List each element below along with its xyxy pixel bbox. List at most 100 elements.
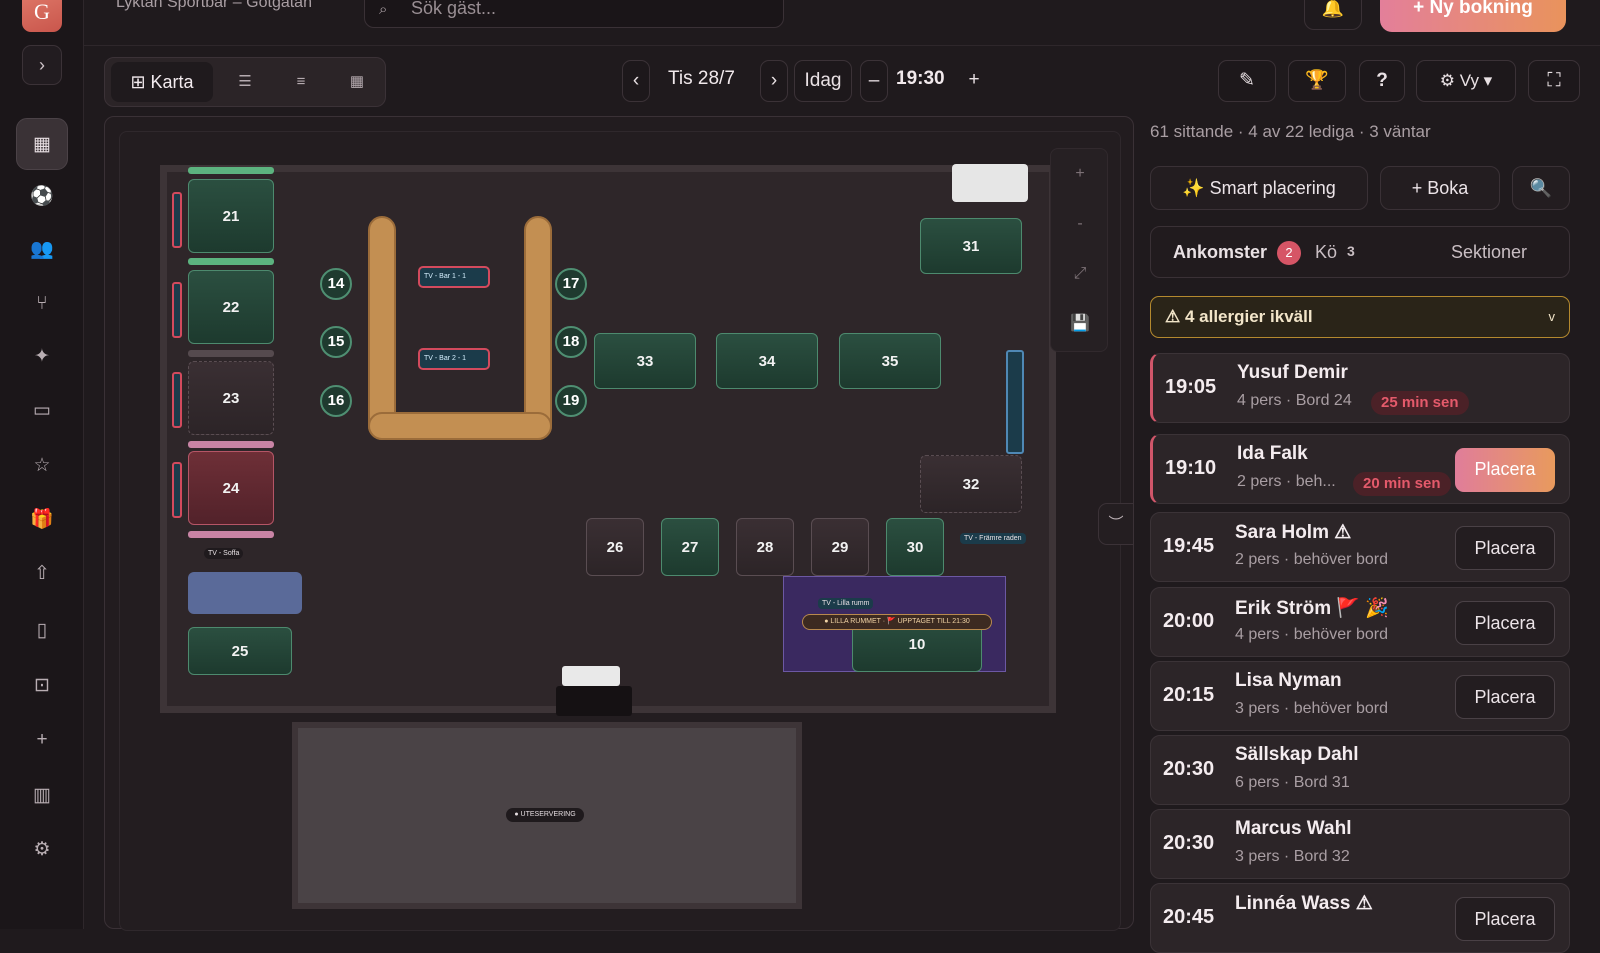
help-button[interactable]: ?	[1359, 60, 1405, 102]
booking-card[interactable]: 20:30 Marcus Wahl 3 pers · Bord 32	[1150, 809, 1570, 879]
booking-card[interactable]: 20:15 Lisa Nyman 3 pers · behöver bord P…	[1150, 661, 1570, 731]
expand-sidebar-button[interactable]: ›	[22, 45, 62, 85]
calendar-view-icon[interactable]: ▦	[331, 62, 383, 102]
search-icon-button[interactable]: 🔍	[1512, 166, 1570, 210]
current-date[interactable]: Tis 28/7	[668, 68, 735, 90]
export-icon[interactable]: ⇧	[16, 548, 68, 600]
stats-chart-icon[interactable]: ▥	[16, 770, 68, 822]
tv-bas-3[interactable]	[172, 372, 182, 428]
table-32[interactable]: 32	[920, 455, 1022, 513]
tv-storbild[interactable]	[1006, 350, 1024, 454]
prev-day-button[interactable]: ‹	[622, 60, 650, 102]
trophy-icon[interactable]: 🏆	[1288, 60, 1346, 102]
edit-pencil-icon[interactable]: ✎	[1218, 60, 1276, 102]
time-minus-button[interactable]: –	[860, 60, 888, 102]
tv-bas-2[interactable]	[172, 282, 182, 338]
zoom-in-button[interactable]: +	[1051, 149, 1109, 199]
table-19[interactable]: 19	[555, 385, 587, 417]
table-22[interactable]: 22	[188, 270, 274, 344]
table-15[interactable]: 15	[320, 326, 352, 358]
table-31[interactable]: 31	[920, 218, 1022, 274]
table-18[interactable]: 18	[555, 326, 587, 358]
table-26[interactable]: 26	[586, 518, 644, 576]
guests-icon[interactable]: 👥	[16, 224, 68, 276]
table-29[interactable]: 29	[811, 518, 869, 576]
tv-bas-1[interactable]	[172, 192, 182, 248]
top-bar: Lyktan Sportbar – Götgatan ⌕ Sök gäst...…	[84, 0, 1600, 46]
book-button[interactable]: + Boka	[1380, 166, 1500, 210]
tab-arrivals[interactable]: Ankomster	[1173, 242, 1267, 263]
tv-lilla-rummet[interactable]: TV - Lilla rumm	[818, 598, 874, 609]
table-34[interactable]: 34	[716, 333, 818, 389]
zoom-controls: + - ⤢ 💾	[1050, 148, 1108, 352]
table-23[interactable]: 23	[188, 361, 274, 435]
tv-front-row[interactable]: TV - Främre raden	[960, 533, 1026, 544]
place-button[interactable]: Placera	[1455, 526, 1555, 570]
ticket-icon[interactable]: ▭	[16, 385, 68, 437]
menu-cutlery-icon[interactable]: ⑂	[16, 278, 68, 330]
table-30[interactable]: 30	[886, 518, 944, 576]
fullscreen-icon[interactable]: ⛶	[1528, 60, 1580, 102]
booking-card[interactable]: 19:45 Sara Holm ⚠ 2 pers · behöver bord …	[1150, 512, 1570, 582]
tv-bas-4[interactable]	[172, 462, 182, 518]
booking-card[interactable]: 20:30 Sällskap Dahl 6 pers · Bord 31	[1150, 735, 1570, 805]
timeline-view-icon[interactable]: ≡	[275, 62, 327, 102]
sparkles-icon[interactable]: ✦	[16, 331, 68, 383]
notifications-bell-icon[interactable]: 🔔	[1304, 0, 1362, 30]
tab-sections[interactable]: Sektioner	[1451, 242, 1527, 263]
app-logo[interactable]: G	[22, 0, 62, 32]
tab-map[interactable]: ⊞ Karta	[111, 62, 213, 102]
entrance-icon	[562, 666, 620, 686]
booking-card[interactable]: 20:00 Erik Ström 🚩 🎉 4 pers · behöver bo…	[1150, 587, 1570, 657]
star-icon[interactable]: ☆	[16, 440, 68, 492]
guest-search-input[interactable]: ⌕ Sök gäst...	[364, 0, 784, 28]
place-button[interactable]: Placera	[1455, 675, 1555, 719]
booking-time: 20:45	[1163, 906, 1215, 928]
table-14[interactable]: 14	[320, 268, 352, 300]
settings-gear-icon[interactable]: ⚙	[16, 824, 68, 876]
view-dropdown[interactable]: ⚙ Vy ▾	[1416, 60, 1516, 102]
booking-card[interactable]: 20:45 Linnéa Wass ⚠ Placera	[1150, 883, 1570, 953]
fit-expand-icon[interactable]: ⤢	[1051, 249, 1109, 299]
next-day-button[interactable]: ›	[760, 60, 788, 102]
tv-soffa-label[interactable]: TV - Soffa	[204, 548, 244, 559]
table-17[interactable]: 17	[555, 268, 587, 300]
place-button[interactable]: Placera	[1455, 897, 1555, 941]
table-25[interactable]: 25	[188, 627, 292, 675]
booking-time: 20:30	[1163, 832, 1215, 854]
tv-bar-1[interactable]: TV - Bar 1 - 1	[418, 266, 490, 288]
allergy-alert[interactable]: ⚠ 4 allergier ikväll v	[1150, 296, 1570, 338]
time-plus-button[interactable]: +	[960, 60, 988, 102]
booking-card[interactable]: 19:05 Yusuf Demir 4 pers · Bord 24 25 mi…	[1150, 353, 1570, 423]
gift-icon[interactable]: 🎁	[16, 494, 68, 546]
current-time[interactable]: 19:30	[896, 68, 945, 90]
floor-map: 21 22 23 24 TV - Soffa 25 14 15 16 17 18…	[104, 116, 1134, 931]
table-27[interactable]: 27	[661, 518, 719, 576]
smart-placement-button[interactable]: ✨ Smart placering	[1150, 166, 1368, 210]
archive-icon[interactable]: ⊡	[16, 660, 68, 712]
sports-ball-icon[interactable]: ⚽	[16, 171, 68, 223]
table-24[interactable]: 24	[188, 451, 274, 525]
save-icon[interactable]: 💾	[1051, 299, 1109, 349]
list-view-icon[interactable]: ☰	[219, 62, 271, 102]
new-booking-button[interactable]: + Ny bokning	[1380, 0, 1566, 32]
table-33[interactable]: 33	[594, 333, 696, 389]
zoom-out-button[interactable]: -	[1051, 199, 1109, 249]
place-button[interactable]: Placera	[1455, 601, 1555, 645]
booking-card[interactable]: 19:10 Ida Falk 2 pers · beh... 20 min se…	[1150, 434, 1570, 504]
dashboard-grid-icon[interactable]: ▦	[16, 118, 68, 170]
add-icon[interactable]: +	[16, 714, 68, 766]
table-21[interactable]: 21	[188, 179, 274, 253]
tab-queue[interactable]: Kö	[1315, 242, 1337, 263]
booking-time: 19:45	[1163, 535, 1215, 557]
table-16[interactable]: 16	[320, 385, 352, 417]
collapse-panel-button[interactable]: ︶	[1098, 503, 1134, 545]
book-icon[interactable]: ▯	[16, 605, 68, 657]
allergy-text: ⚠ 4 allergier ikväll	[1165, 307, 1313, 326]
table-28[interactable]: 28	[736, 518, 794, 576]
place-button[interactable]: Placera	[1455, 448, 1555, 492]
venue-title: Lyktan Sportbar – Götgatan	[116, 0, 312, 11]
today-button[interactable]: Idag	[794, 60, 852, 102]
table-35[interactable]: 35	[839, 333, 941, 389]
tv-bar-2[interactable]: TV - Bar 2 - 1	[418, 348, 490, 370]
